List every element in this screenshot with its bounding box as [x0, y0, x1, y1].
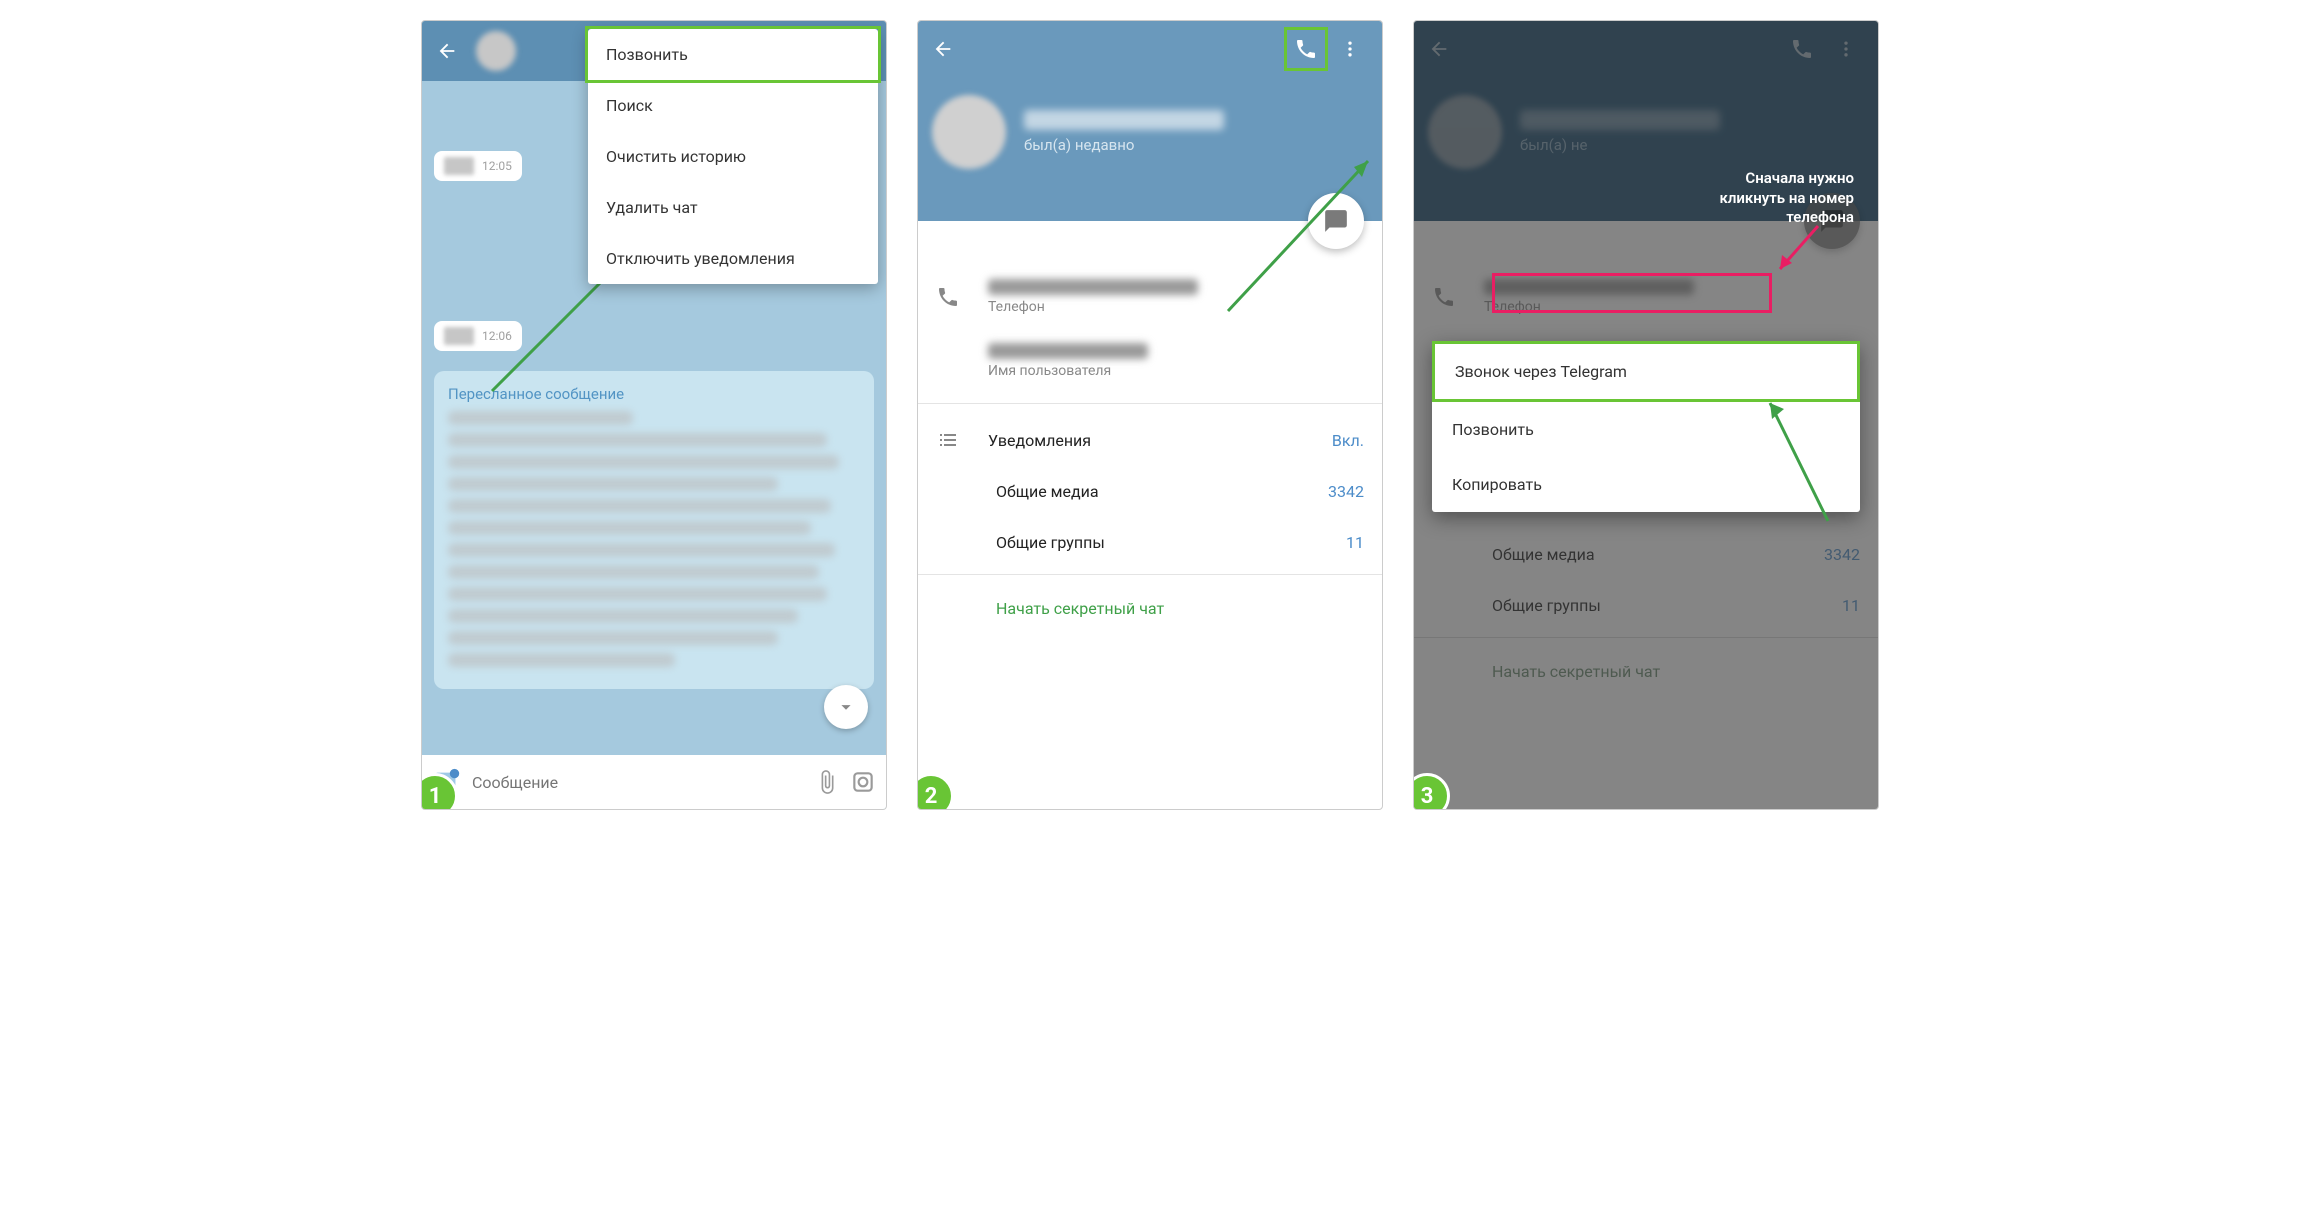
message-bubble[interactable]: 12:06 [434, 321, 522, 351]
menu-clear-history[interactable]: Очистить историю [588, 131, 878, 182]
forwarded-label: Пересланное сообщение [448, 385, 860, 403]
profile-body: Телефон Имя пользователя Уведомления Вкл… [918, 221, 1382, 636]
dots-vertical-icon [1340, 39, 1360, 59]
ctx-copy[interactable]: Копировать [1432, 457, 1860, 512]
overflow-menu: Позвонить Поиск Очистить историю Удалить… [588, 29, 878, 284]
profile-avatar[interactable] [932, 95, 1006, 169]
profile-status: был(а) недавно [1024, 136, 1224, 154]
notifications-value: Вкл. [1332, 431, 1364, 450]
menu-delete-chat[interactable]: Удалить чат [588, 182, 878, 233]
screenshot-1: Позвонить Поиск Очистить историю Удалить… [421, 20, 887, 810]
contact-avatar[interactable] [476, 31, 516, 71]
username-row[interactable]: Имя пользователя [918, 329, 1382, 393]
notifications-row[interactable]: Уведомления Вкл. [918, 414, 1382, 466]
message-bubble[interactable]: 12:05 [434, 151, 522, 181]
scroll-down-button[interactable] [824, 685, 868, 729]
secret-chat-button[interactable]: Начать секретный чат [918, 581, 1382, 636]
groups-row[interactable]: Общие группы 11 [918, 517, 1382, 568]
media-thumb [444, 157, 474, 175]
chat-icon [1323, 208, 1349, 234]
groups-label: Общие группы [996, 533, 1105, 552]
forwarded-message[interactable]: Пересланное сообщение [434, 371, 874, 689]
profile-name [1024, 110, 1224, 130]
call-button[interactable] [1284, 27, 1328, 71]
media-value: 3342 [1328, 482, 1364, 501]
username-label: Имя пользователя [988, 363, 1148, 379]
screenshot-2: был(а) недавно Телефон Имя пользователя … [917, 20, 1383, 810]
notifications-label: Уведомления [988, 431, 1091, 450]
message-time: 12:05 [482, 159, 512, 173]
username-value [988, 343, 1148, 359]
phone-value [988, 279, 1198, 295]
chevron-down-icon [835, 696, 857, 718]
chat-fab-button[interactable] [1308, 193, 1364, 249]
annotation-text: Сначала нужно кликнуть на номер телефона [1719, 169, 1854, 228]
ctx-call[interactable]: Позвонить [1432, 402, 1860, 457]
more-button[interactable] [1332, 31, 1368, 67]
context-menu: Звонок через Telegram Позвонить Копирова… [1432, 341, 1860, 512]
step-badge: 2 [917, 773, 954, 810]
media-label: Общие медиа [996, 482, 1099, 501]
profile-info: был(а) недавно [932, 95, 1368, 169]
phone-icon [936, 285, 960, 309]
menu-call[interactable]: Позвонить [585, 26, 881, 83]
menu-search[interactable]: Поиск [588, 80, 878, 131]
groups-value: 11 [1346, 533, 1364, 552]
phone-icon [1294, 37, 1318, 61]
back-arrow-icon[interactable] [932, 38, 954, 60]
list-icon [936, 428, 960, 452]
message-input-bar [422, 755, 886, 809]
menu-mute[interactable]: Отключить уведомления [588, 233, 878, 284]
ctx-telegram-call[interactable]: Звонок через Telegram [1432, 341, 1860, 402]
media-thumb [444, 327, 474, 345]
attach-icon[interactable] [814, 769, 840, 795]
message-input[interactable] [472, 773, 804, 792]
screenshot-3: был(а) не Телефон Общие медиа 3342 Общие… [1413, 20, 1879, 810]
back-arrow-icon[interactable] [436, 40, 458, 62]
message-time: 12:06 [482, 329, 512, 343]
media-row[interactable]: Общие медиа 3342 [918, 466, 1382, 517]
mic-icon[interactable] [850, 769, 876, 795]
phone-row[interactable]: Телефон [918, 265, 1382, 329]
phone-highlight-box [1492, 273, 1772, 313]
profile-header: был(а) недавно [918, 21, 1382, 221]
phone-label: Телефон [988, 299, 1198, 315]
